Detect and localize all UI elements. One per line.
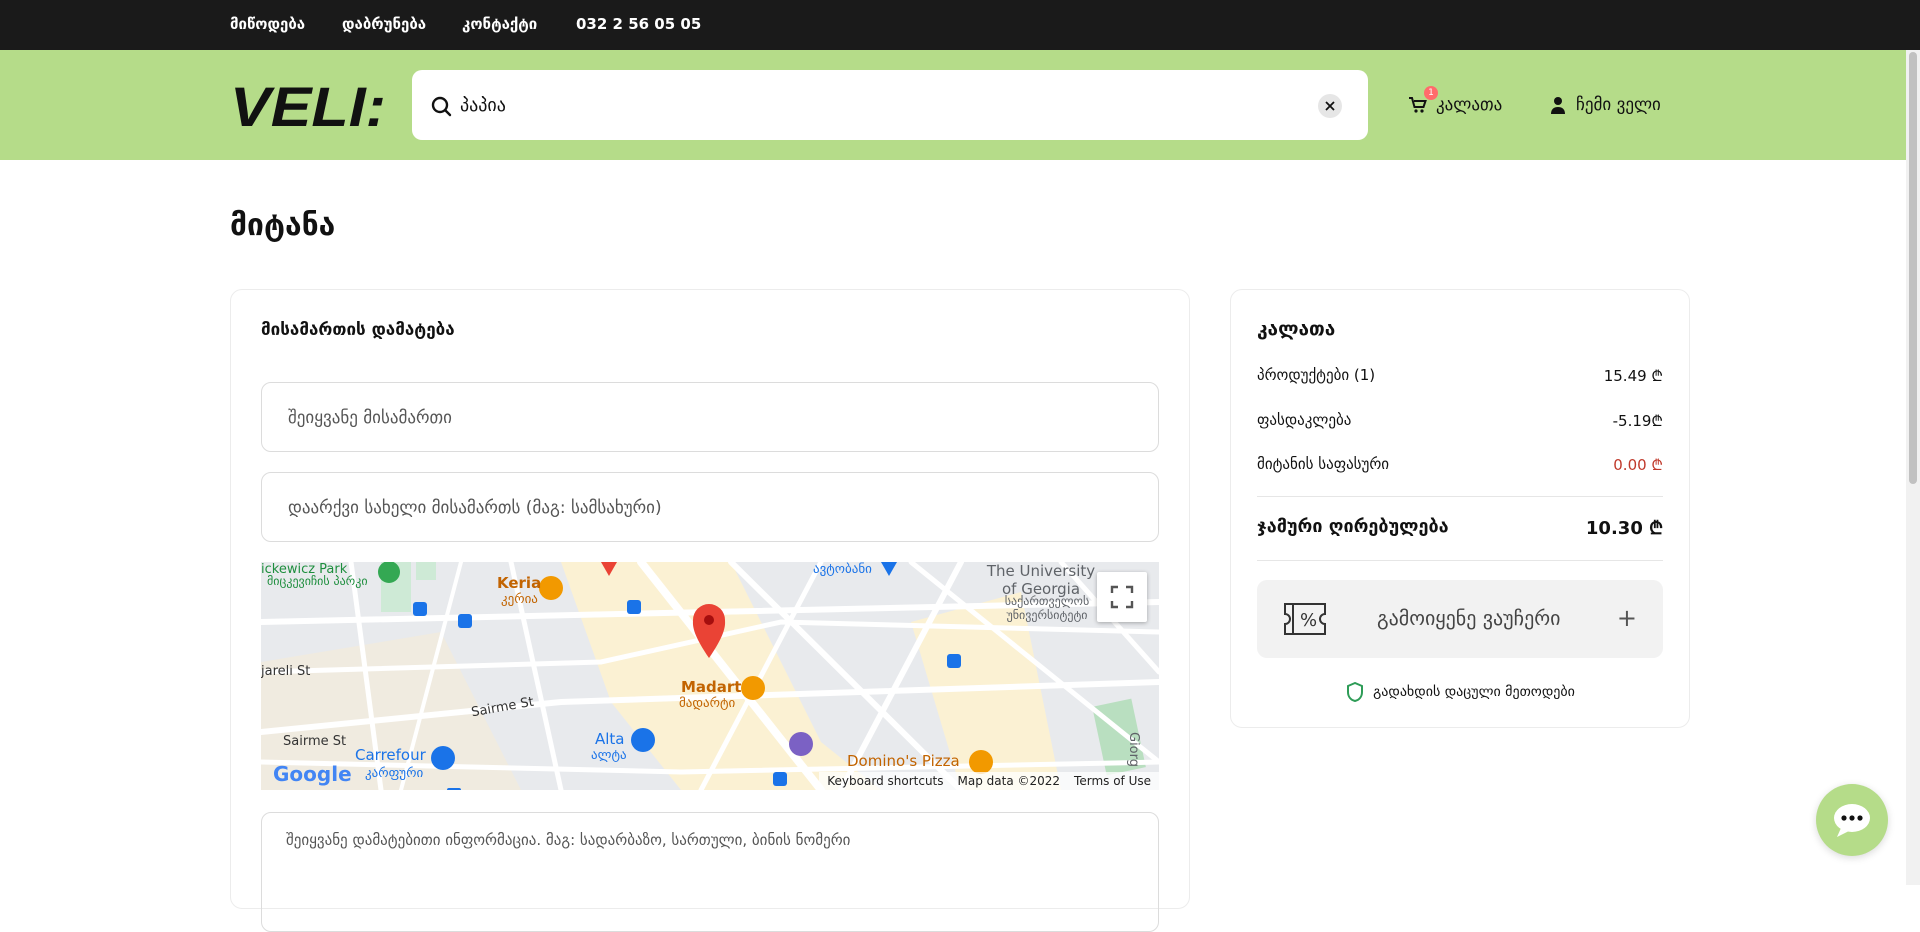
cart-summary-title: კალათა [1257, 318, 1336, 340]
cart-label: კალათა [1436, 95, 1503, 115]
summary-row-discount: ფასდაკლება -5.19₾ [1257, 411, 1663, 431]
cart-icon [1409, 97, 1427, 113]
voucher-icon: % [1284, 603, 1326, 635]
cart-summary-card: კალათა პროდუქტები (1) 15.49 ₾ ფასდაკლება… [1230, 289, 1690, 728]
apply-voucher-button[interactable]: % გამოიყენე ვაუჩერი + [1257, 580, 1663, 658]
summary-label: ფასდაკლება [1257, 411, 1352, 429]
details-field [261, 812, 1159, 932]
header: VELI: 1 კალათა ჩემი ველი [0, 50, 1920, 160]
summary-value: 0.00 ₾ [1613, 456, 1663, 474]
map-label-alta: Alta [595, 730, 625, 748]
map-data-text: Map data ©2022 [957, 774, 1061, 788]
map-label-street-sairme-2: Sairme St [283, 734, 347, 749]
summary-divider [1257, 560, 1663, 561]
search-icon [431, 96, 452, 117]
google-logo[interactable]: Google [273, 762, 352, 786]
phone-link[interactable]: 032 2 56 05 05 [576, 0, 701, 50]
map-label-carrefour: Carrefour [355, 746, 426, 764]
map-keyboard-shortcuts-link[interactable]: Keyboard shortcuts [827, 774, 943, 788]
map-label-madart-ka: მადარტი [679, 696, 736, 711]
details-textarea[interactable] [286, 831, 1136, 911]
nav-delivery-link[interactable]: მიწოდება [230, 0, 305, 50]
close-icon [1325, 101, 1335, 111]
clear-search-button[interactable] [1318, 94, 1342, 118]
address-input[interactable] [288, 401, 1138, 435]
nav-returns-link[interactable]: დაბრუნება [342, 0, 426, 50]
address-card-title: მისამართის დამატება [261, 320, 455, 340]
map-label-dominos: Domino's Pizza [847, 752, 960, 770]
map-label-bus-station: ავტობანი [813, 562, 872, 577]
map-label-madart: Madart [681, 678, 742, 696]
summary-row-products: პროდუქტები (1) 15.49 ₾ [1257, 366, 1663, 386]
nav-contact-link[interactable]: კონტაქტი [462, 0, 537, 50]
page-title: მიტანა [230, 208, 336, 243]
map-label-street-jareli: jareli St [261, 664, 311, 679]
map-terms-link[interactable]: Terms of Use [1074, 774, 1151, 788]
summary-total: ჯამური ღირებულება 10.30 ₾ [1257, 516, 1663, 540]
map-label-keria: Keria [497, 574, 542, 592]
summary-label: მიტანის საფასური [1257, 455, 1390, 473]
page-scrollbar[interactable] [1906, 50, 1920, 885]
veli-logo[interactable]: VELI: [230, 80, 396, 132]
address-field [261, 382, 1159, 452]
map-label-university: The University of Georgia [986, 562, 1096, 598]
chat-icon [1834, 804, 1870, 837]
account-label: ჩემი ველი [1576, 95, 1661, 115]
summary-value: 15.49 ₾ [1603, 367, 1663, 385]
map-label-alta-ka: ალტა [591, 748, 627, 763]
total-label: ჯამური ღირებულება [1257, 516, 1449, 537]
header-cart-link[interactable]: 1 კალათა [1408, 86, 1503, 122]
summary-divider [1257, 496, 1663, 497]
search-bar [412, 70, 1368, 140]
map-label-carrefour-ka: კარფური [365, 766, 424, 781]
account-link[interactable]: ჩემი ველი [1548, 88, 1661, 122]
chat-button[interactable] [1816, 784, 1888, 856]
scrollbar-thumb[interactable] [1909, 52, 1917, 484]
cart-badge: 1 [1424, 86, 1438, 100]
shield-icon [1347, 682, 1364, 702]
address-card: მისამართის დამატება შეიყვანე მისამართი დ… [230, 289, 1190, 932]
summary-label: პროდუქტები (1) [1257, 366, 1376, 384]
map-label-giorgi: Giorg [1126, 732, 1141, 768]
secure-payment-label: გადახდის დაცული მეთოდები [1373, 684, 1575, 700]
map-label-university-ka: საქართველოს უნივერსიტეტი [1004, 594, 1090, 622]
svg-text:VELI:: VELI: [230, 80, 386, 132]
plus-icon: + [1616, 604, 1637, 632]
svg-text:%: % [1300, 610, 1317, 631]
map-fullscreen-button[interactable] [1097, 572, 1147, 622]
summary-row-delivery-fee: მიტანის საფასური 0.00 ₾ [1257, 455, 1663, 475]
summary-value: -5.19₾ [1612, 412, 1663, 430]
voucher-label: გამოიყენე ვაუჩერი [1377, 606, 1561, 630]
secure-payment-note: გადახდის დაცული მეთოდები [1231, 682, 1691, 702]
top-bar: მიწოდება დაბრუნება კონტაქტი 032 2 56 05 … [0, 0, 1920, 50]
address-name-input[interactable] [288, 491, 1138, 525]
map-label-park-ka: მიცკევიჩის პარკი [267, 574, 368, 588]
user-icon [1551, 97, 1565, 114]
fullscreen-icon [1110, 585, 1134, 609]
map-label-keria-ka: კერია [501, 592, 538, 607]
map-attribution: Keyboard shortcuts Map data ©2022 Terms … [819, 772, 1159, 790]
search-input[interactable] [460, 87, 1280, 123]
address-name-field [261, 472, 1159, 542]
map[interactable]: ickewicz Park მიცკევიჩის პარკი Keria კერ… [261, 562, 1159, 790]
total-value: 10.30 ₾ [1585, 518, 1663, 539]
